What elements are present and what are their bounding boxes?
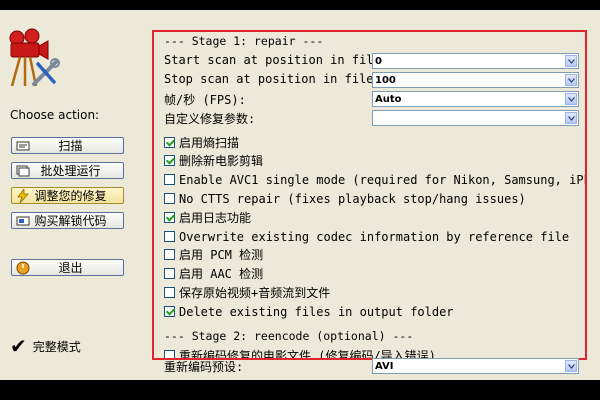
chevron-down-icon[interactable] bbox=[565, 74, 577, 86]
sidebar: Choose action: 扫描 批处理运行 调整您的修复 购买解锁代码 退出… bbox=[0, 10, 150, 380]
stop-scan-label: Stop scan at position in file bbox=[164, 72, 374, 86]
full-mode-toggle[interactable]: ✔ 完整模式 bbox=[10, 336, 81, 356]
custom-params-combo[interactable] bbox=[372, 110, 579, 126]
checkbox[interactable] bbox=[164, 249, 175, 260]
app-window: Choose action: 扫描 批处理运行 调整您的修复 购买解锁代码 退出… bbox=[0, 10, 600, 380]
key-icon bbox=[14, 215, 32, 227]
batch-run-button[interactable]: 批处理运行 bbox=[11, 162, 124, 179]
power-icon bbox=[14, 261, 32, 275]
stop-scan-row: Stop scan at position in file 100 bbox=[164, 72, 584, 88]
option-avc1-single-mode[interactable]: Enable AVC1 single mode (required for Ni… bbox=[164, 172, 587, 187]
fps-value: Auto bbox=[375, 93, 402, 105]
checkbox[interactable] bbox=[164, 193, 175, 204]
checkmark-icon: ✔ bbox=[10, 334, 27, 358]
option-save-raw-streams[interactable]: 保存原始视频+音频流到文件 bbox=[164, 285, 330, 300]
stop-scan-value: 100 bbox=[375, 74, 396, 86]
fps-label: 帧/秒 (FPS): bbox=[164, 93, 246, 107]
checkbox[interactable] bbox=[164, 155, 175, 166]
lightning-icon bbox=[14, 188, 32, 203]
chevron-down-icon[interactable] bbox=[565, 360, 577, 372]
reencode-preset-row: 重新编码预设: AVI bbox=[164, 358, 584, 374]
option-label: No CTTS repair (fixes playback stop/hang… bbox=[179, 191, 526, 206]
buy-unlock-code-button-label: 购买解锁代码 bbox=[34, 214, 107, 228]
batch-icon bbox=[14, 165, 32, 177]
chevron-down-icon[interactable] bbox=[565, 55, 577, 67]
batch-run-button-label: 批处理运行 bbox=[40, 164, 101, 178]
magnifier-icon bbox=[14, 140, 32, 152]
option-label: Enable AVC1 single mode (required for Ni… bbox=[179, 172, 587, 187]
start-scan-value: 0 bbox=[375, 55, 382, 67]
reencode-preset-value: AVI bbox=[375, 360, 394, 372]
option-label: 启用熵扫描 bbox=[179, 136, 240, 150]
option-label: Overwrite existing codec information by … bbox=[179, 229, 570, 244]
chevron-down-icon[interactable] bbox=[565, 112, 577, 124]
option-no-ctts-repair[interactable]: No CTTS repair (fixes playback stop/hang… bbox=[164, 191, 526, 206]
option-label: 启用日志功能 bbox=[179, 211, 252, 225]
app-logo-icon bbox=[9, 28, 60, 87]
checkbox[interactable] bbox=[164, 268, 175, 279]
settings-panel: --- Stage 1: repair --- Start scan at po… bbox=[152, 30, 587, 360]
fps-combo[interactable]: Auto bbox=[372, 91, 579, 107]
checkbox[interactable] bbox=[164, 231, 175, 242]
checkbox[interactable] bbox=[164, 306, 175, 317]
start-scan-label: Start scan at position in file bbox=[164, 53, 381, 67]
buy-unlock-code-button[interactable]: 购买解锁代码 bbox=[11, 212, 124, 229]
scan-button[interactable]: 扫描 bbox=[11, 137, 124, 154]
start-scan-row: Start scan at position in file 0 bbox=[164, 53, 584, 69]
option-entropy-scan[interactable]: 启用熵扫描 bbox=[164, 135, 239, 150]
choose-action-label: Choose action: bbox=[10, 108, 100, 122]
option-delete-new-clips[interactable]: 删除新电影剪辑 bbox=[164, 153, 263, 168]
reencode-preset-label: 重新编码预设: bbox=[164, 360, 244, 374]
checkbox[interactable] bbox=[164, 174, 175, 185]
fps-row: 帧/秒 (FPS): Auto bbox=[164, 91, 584, 107]
reencode-preset-combo[interactable]: AVI bbox=[372, 358, 579, 374]
option-label: 保存原始视频+音频流到文件 bbox=[179, 286, 331, 300]
adjust-repair-button-label: 调整您的修复 bbox=[34, 189, 107, 203]
custom-params-row: 自定义修复参数: bbox=[164, 110, 584, 126]
adjust-repair-button[interactable]: 调整您的修复 bbox=[11, 187, 124, 204]
exit-button-label: 退出 bbox=[58, 261, 83, 275]
stage2-header: --- Stage 2: reencode (optional) --- bbox=[164, 329, 414, 343]
option-delete-existing-files[interactable]: Delete existing files in output folder bbox=[164, 304, 454, 319]
chevron-down-icon[interactable] bbox=[565, 93, 577, 105]
option-enable-logging[interactable]: 启用日志功能 bbox=[164, 210, 251, 225]
option-pcm-detection[interactable]: 启用 PCM 检测 bbox=[164, 247, 263, 262]
option-label: 启用 PCM 检测 bbox=[179, 248, 264, 262]
option-overwrite-codec-info[interactable]: Overwrite existing codec information by … bbox=[164, 229, 569, 244]
full-mode-label: 完整模式 bbox=[32, 339, 81, 354]
custom-params-label: 自定义修复参数: bbox=[164, 112, 256, 126]
start-scan-combo[interactable]: 0 bbox=[372, 53, 579, 69]
stop-scan-combo[interactable]: 100 bbox=[372, 72, 579, 88]
option-label: 启用 AAC 检测 bbox=[179, 267, 264, 281]
checkbox[interactable] bbox=[164, 287, 175, 298]
scan-button-label: 扫描 bbox=[58, 139, 83, 153]
checkbox[interactable] bbox=[164, 212, 175, 223]
exit-button[interactable]: 退出 bbox=[11, 259, 124, 276]
option-aac-detection[interactable]: 启用 AAC 检测 bbox=[164, 266, 263, 281]
option-label: 删除新电影剪辑 bbox=[179, 154, 264, 168]
option-label: Delete existing files in output folder bbox=[179, 304, 454, 319]
stage1-header: --- Stage 1: repair --- bbox=[164, 34, 324, 48]
checkbox[interactable] bbox=[164, 137, 175, 148]
